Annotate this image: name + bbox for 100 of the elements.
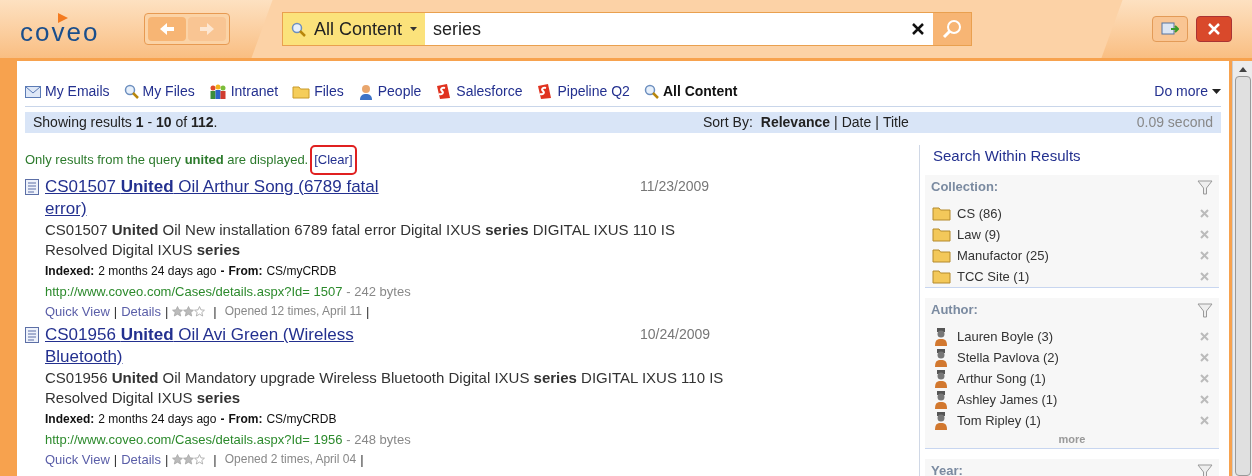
facet-item[interactable]: CS (86) <box>957 203 1002 224</box>
remove-icon[interactable] <box>1200 395 1209 404</box>
funnel-icon[interactable] <box>1197 462 1213 476</box>
result-date: 10/24/2009 <box>640 325 711 344</box>
facet-item[interactable]: Law (9) <box>957 224 1001 245</box>
nav-link[interactable]: Files <box>292 81 344 102</box>
result-title[interactable]: CS01507 United Oil Arthur Song (6789 fatal error) <box>45 176 415 220</box>
nav-link[interactable]: My Files <box>123 81 195 102</box>
sort-option[interactable]: Relevance <box>760 112 831 133</box>
star-icon <box>172 305 184 317</box>
search-within-results-link[interactable]: Search Within Results <box>925 145 1219 167</box>
indexed-value: 2 months 24 days ago <box>98 263 217 280</box>
details-link[interactable]: Details <box>121 449 161 469</box>
forward-button[interactable] <box>188 17 226 41</box>
star-icon <box>183 453 195 465</box>
indexed-value: 2 months 24 days ago <box>98 411 217 428</box>
facet-item[interactable]: Tom Ripley (1) <box>957 410 1041 431</box>
result-title[interactable]: CS01956 United Oil Avi Green (Wireless Bluetooth) <box>45 324 415 368</box>
facet-item[interactable]: Manufactor (25) <box>957 245 1049 266</box>
funnel-icon[interactable] <box>1197 302 1213 318</box>
letter-s-icon <box>536 83 554 100</box>
nav-link[interactable]: My Emails <box>25 81 110 102</box>
quick-view-link[interactable]: Quick View <box>45 449 110 469</box>
folder-icon <box>931 269 951 284</box>
separator: - <box>220 263 225 280</box>
separator: | <box>113 450 118 469</box>
remove-icon[interactable] <box>1200 251 1209 260</box>
folder-icon <box>931 248 951 263</box>
nav-link[interactable]: People <box>357 81 422 102</box>
separator: | <box>213 450 217 469</box>
facet-item[interactable]: Stella Pavlova (2) <box>957 347 1059 368</box>
star-rating[interactable] <box>172 305 206 317</box>
separator: | <box>834 113 838 132</box>
separator: | <box>213 302 217 321</box>
result-snippet: CS01507 United Oil New installation 6789 fatal error Digital IXUS series DIGITAL IXUS 110 IS Resolved Digital IXUS series <box>45 220 677 260</box>
person-icon <box>934 369 948 388</box>
nav-link[interactable]: Intranet <box>208 81 279 102</box>
result-url[interactable]: http://www.coveo.com/Cases/details.aspx?Id= 1507 <box>45 282 343 302</box>
person-icon <box>934 327 948 346</box>
scrollbar[interactable] <box>1232 61 1252 476</box>
document-icon <box>25 327 39 343</box>
facet-item[interactable]: Arthur Song (1) <box>957 368 1046 389</box>
export-button[interactable] <box>1152 16 1188 42</box>
from-label: From: <box>228 411 263 428</box>
nav-link[interactable]: Salesforce <box>435 81 523 102</box>
separator: | <box>360 450 364 469</box>
result-url[interactable]: http://www.coveo.com/Cases/details.aspx?Id= 1956 <box>45 430 343 450</box>
envelope-icon <box>25 85 41 98</box>
details-link[interactable]: Details <box>121 301 161 321</box>
separator: | <box>164 302 169 321</box>
back-button[interactable] <box>148 17 186 41</box>
facet-item[interactable]: Ashley James (1) <box>957 389 1058 410</box>
do-more-menu[interactable]: Do more <box>1154 81 1221 102</box>
separator: | <box>365 302 370 321</box>
star-icon <box>183 305 195 317</box>
remove-icon[interactable] <box>1200 332 1209 341</box>
people-icon <box>208 83 227 100</box>
sort-option[interactable]: Title <box>882 112 909 133</box>
logo: coveo <box>20 19 100 45</box>
open-count: Opened 2 times, April 04 <box>224 451 357 469</box>
window-arrow-icon <box>1161 22 1179 36</box>
remove-icon[interactable] <box>1200 209 1209 218</box>
funnel-icon[interactable] <box>1197 179 1213 195</box>
nav-link[interactable]: Pipeline Q2 <box>536 81 630 102</box>
facet-item[interactable]: TCC Site (1) <box>957 266 1030 287</box>
facet-item[interactable]: Lauren Boyle (3) <box>957 326 1054 347</box>
remove-icon[interactable] <box>1200 272 1209 281</box>
remove-icon[interactable] <box>1200 230 1209 239</box>
close-button[interactable] <box>1196 16 1232 42</box>
separator: - <box>220 411 225 428</box>
clear-link[interactable]: [Clear] <box>310 145 357 175</box>
close-icon <box>1208 23 1220 35</box>
star-rating[interactable] <box>172 453 206 465</box>
scroll-thumb[interactable] <box>1234 76 1251 476</box>
person-icon <box>934 348 948 367</box>
star-icon <box>194 453 206 465</box>
magnifier-icon <box>643 84 659 99</box>
nav-link[interactable]: All Content <box>643 81 738 102</box>
star-icon <box>194 305 206 317</box>
remove-icon[interactable] <box>1200 353 1209 362</box>
separator: | <box>164 450 169 469</box>
sort-label: Sort By: <box>703 113 753 132</box>
file-size: - 242 bytes <box>346 283 411 301</box>
quick-view-link[interactable]: Quick View <box>45 301 110 321</box>
filter-notice: Only results from the query united are displayed. <box>25 151 309 170</box>
sort-option[interactable]: Date <box>841 112 872 133</box>
star-icon <box>172 453 184 465</box>
facet-title: Year: <box>931 461 963 476</box>
indexed-label: Indexed: <box>45 263 95 280</box>
arrow-right-icon <box>199 22 215 36</box>
arrow-left-icon <box>159 22 175 36</box>
results-summary: Showing results 1 - 10 of 112. <box>33 113 219 132</box>
folder-icon <box>931 227 951 242</box>
facet-title: Collection: <box>931 178 999 197</box>
remove-icon[interactable] <box>1200 416 1209 425</box>
from-label: From: <box>228 263 263 280</box>
document-icon <box>25 179 39 195</box>
scroll-up-icon[interactable] <box>1238 67 1247 72</box>
remove-icon[interactable] <box>1200 374 1209 383</box>
triangle-icon <box>58 13 68 23</box>
